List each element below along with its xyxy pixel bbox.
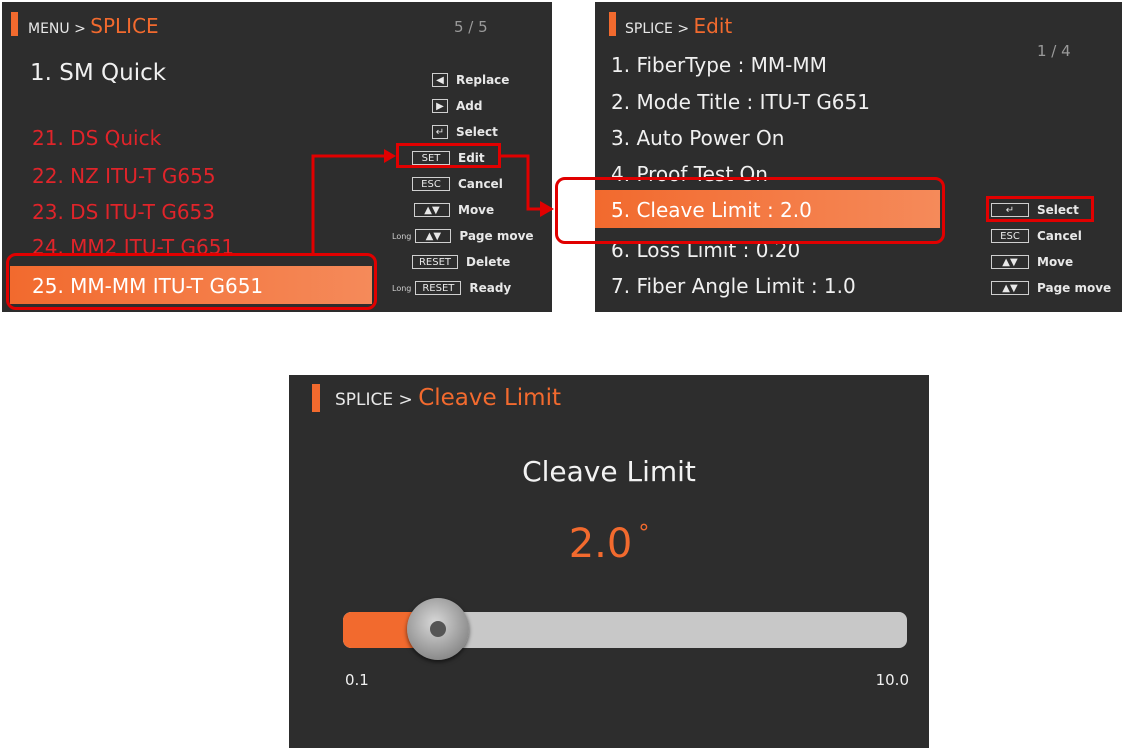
arrow-head-to-cleave: [540, 201, 554, 217]
arrow-line-to-cleave: [501, 154, 540, 211]
arrow-head-to-edit: [384, 149, 396, 163]
annotation-arrows: [311, 149, 554, 253]
arrow-line-to-edit: [311, 154, 385, 253]
